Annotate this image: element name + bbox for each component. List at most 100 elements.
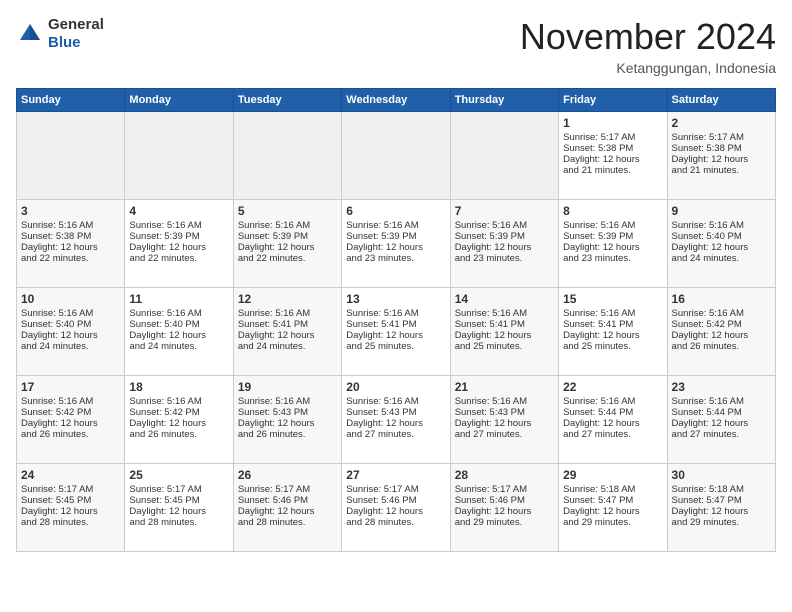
daylight-text-1: Daylight: 12 hours — [129, 506, 228, 517]
day-number: 12 — [238, 292, 337, 306]
calendar-cell: 28Sunrise: 5:17 AMSunset: 5:46 PMDayligh… — [450, 464, 558, 552]
daylight-text-2: and 25 minutes. — [563, 341, 662, 352]
daylight-text-2: and 24 minutes. — [238, 341, 337, 352]
calendar-cell: 9Sunrise: 5:16 AMSunset: 5:40 PMDaylight… — [667, 200, 775, 288]
sunrise-text: Sunrise: 5:16 AM — [21, 308, 120, 319]
sunrise-text: Sunrise: 5:16 AM — [563, 308, 662, 319]
month-title: November 2024 — [520, 16, 776, 58]
sunrise-text: Sunrise: 5:17 AM — [238, 484, 337, 495]
day-number: 13 — [346, 292, 445, 306]
daylight-text-2: and 28 minutes. — [238, 517, 337, 528]
sunset-text: Sunset: 5:41 PM — [455, 319, 554, 330]
daylight-text-1: Daylight: 12 hours — [238, 506, 337, 517]
day-number: 29 — [563, 468, 662, 482]
daylight-text-2: and 27 minutes. — [563, 429, 662, 440]
daylight-text-1: Daylight: 12 hours — [21, 506, 120, 517]
sunset-text: Sunset: 5:43 PM — [455, 407, 554, 418]
sunset-text: Sunset: 5:40 PM — [129, 319, 228, 330]
daylight-text-1: Daylight: 12 hours — [563, 506, 662, 517]
sunrise-text: Sunrise: 5:18 AM — [563, 484, 662, 495]
week-row-1: 1 Sunrise: 5:17 AMSunset: 5:38 PMDaylight… — [17, 112, 776, 200]
day-header-thursday: Thursday — [450, 89, 558, 112]
calendar-cell: 11Sunrise: 5:16 AMSunset: 5:40 PMDayligh… — [125, 288, 233, 376]
sunset-text: Sunset: 5:39 PM — [563, 231, 662, 242]
day-number: 5 — [238, 204, 337, 218]
day-number: 14 — [455, 292, 554, 306]
daylight-text-2: and 28 minutes. — [129, 517, 228, 528]
sunrise-text: Sunrise: 5:16 AM — [455, 396, 554, 407]
daylight-text-1: Daylight: 12 hours — [455, 506, 554, 517]
day-number: 7 — [455, 204, 554, 218]
calendar-cell: 22Sunrise: 5:16 AMSunset: 5:44 PMDayligh… — [559, 376, 667, 464]
calendar-cell: 29 Sunrise: 5:18 AMSunset: 5:47 PMDayligh… — [559, 464, 667, 552]
calendar-cell — [17, 112, 125, 200]
calendar-cell — [450, 112, 558, 200]
sunrise-text: Sunrise: 5:16 AM — [129, 220, 228, 231]
daylight-text-2: and 26 minutes. — [21, 429, 120, 440]
daylight-text-1: Daylight: 12 hours — [238, 242, 337, 253]
daylight-text-1: Daylight: 12 hours — [455, 330, 554, 341]
sunset-text: Sunset: 5:46 PM — [455, 495, 554, 506]
daylight-text-2: and 25 minutes. — [455, 341, 554, 352]
logo: General Blue — [16, 16, 104, 52]
day-number: 22 — [563, 380, 662, 394]
title-block: November 2024 Ketanggungan, Indonesia — [520, 16, 776, 76]
logo-icon — [16, 20, 44, 48]
day-header-saturday: Saturday — [667, 89, 775, 112]
calendar-cell: 13Sunrise: 5:16 AMSunset: 5:41 PMDayligh… — [342, 288, 450, 376]
daylight-text-1: Daylight: 12 hours — [672, 418, 771, 429]
calendar-cell: 7Sunrise: 5:16 AMSunset: 5:39 PMDaylight… — [450, 200, 558, 288]
daylight-text-2: and 27 minutes. — [346, 429, 445, 440]
daylight-text-1: Daylight: 12 hours — [238, 330, 337, 341]
daylight-text-1: Daylight: 12 hours — [672, 506, 771, 517]
day-number: 1 — [563, 116, 662, 130]
sunset-text: Sunset: 5:45 PM — [129, 495, 228, 506]
daylight-text-2: and 22 minutes. — [238, 253, 337, 264]
week-row-5: 24Sunrise: 5:17 AMSunset: 5:45 PMDayligh… — [17, 464, 776, 552]
daylight-text-1: Daylight: 12 hours — [346, 506, 445, 517]
sunset-text: Sunset: 5:47 PM — [672, 495, 771, 506]
sunrise-text: Sunrise: 5:16 AM — [21, 220, 120, 231]
sunset-text: Sunset: 5:47 PM — [563, 495, 662, 506]
daylight-text-1: Daylight: 12 hours — [672, 330, 771, 341]
logo-text: General Blue — [48, 16, 104, 52]
header-row: SundayMondayTuesdayWednesdayThursdayFrid… — [17, 89, 776, 112]
daylight-text-1: Daylight: 12 hours — [346, 418, 445, 429]
calendar-cell: 6Sunrise: 5:16 AMSunset: 5:39 PMDaylight… — [342, 200, 450, 288]
sunrise-text: Sunrise: 5:16 AM — [672, 396, 771, 407]
sunset-text: Sunset: 5:38 PM — [672, 143, 771, 154]
calendar-cell — [125, 112, 233, 200]
sunrise-text: Sunrise: 5:17 AM — [346, 484, 445, 495]
day-number: 21 — [455, 380, 554, 394]
day-number: 19 — [238, 380, 337, 394]
calendar-cell: 30Sunrise: 5:18 AMSunset: 5:47 PMDayligh… — [667, 464, 775, 552]
sunset-text: Sunset: 5:43 PM — [346, 407, 445, 418]
daylight-text-1: Daylight: 12 hours — [672, 242, 771, 253]
calendar-table: SundayMondayTuesdayWednesdayThursdayFrid… — [16, 88, 776, 552]
daylight-text-2: and 23 minutes. — [346, 253, 445, 264]
sunrise-text: Sunrise: 5:17 AM — [672, 132, 771, 143]
daylight-text-2: and 22 minutes. — [21, 253, 120, 264]
calendar-cell: 3Sunrise: 5:16 AMSunset: 5:38 PMDaylight… — [17, 200, 125, 288]
daylight-text-2: and 25 minutes. — [346, 341, 445, 352]
calendar-cell: 1Sunrise: 5:17 AMSunset: 5:38 PMDaylight… — [559, 112, 667, 200]
daylight-text-2: and 27 minutes. — [672, 429, 771, 440]
calendar-cell: 17Sunrise: 5:16 AMSunset: 5:42 PMDayligh… — [17, 376, 125, 464]
daylight-text-2: and 26 minutes. — [129, 429, 228, 440]
daylight-text-1: Daylight: 12 hours — [129, 418, 228, 429]
calendar-cell: 26Sunrise: 5:17 AMSunset: 5:46 PMDayligh… — [233, 464, 341, 552]
sunrise-text: Sunrise: 5:18 AM — [672, 484, 771, 495]
daylight-text-2: and 21 minutes. — [672, 165, 771, 176]
calendar-cell: 24Sunrise: 5:17 AMSunset: 5:45 PMDayligh… — [17, 464, 125, 552]
daylight-text-1: Daylight: 12 hours — [129, 330, 228, 341]
sunrise-text: Sunrise: 5:16 AM — [129, 308, 228, 319]
logo-general: General — [48, 16, 104, 34]
week-row-4: 17Sunrise: 5:16 AMSunset: 5:42 PMDayligh… — [17, 376, 776, 464]
daylight-text-1: Daylight: 12 hours — [672, 154, 771, 165]
sunrise-text: Sunrise: 5:16 AM — [455, 220, 554, 231]
sunrise-text: Sunrise: 5:16 AM — [563, 220, 662, 231]
sunrise-text: Sunrise: 5:16 AM — [672, 308, 771, 319]
sunset-text: Sunset: 5:39 PM — [455, 231, 554, 242]
calendar-cell: 16Sunrise: 5:16 AMSunset: 5:42 PMDayligh… — [667, 288, 775, 376]
day-number: 8 — [563, 204, 662, 218]
